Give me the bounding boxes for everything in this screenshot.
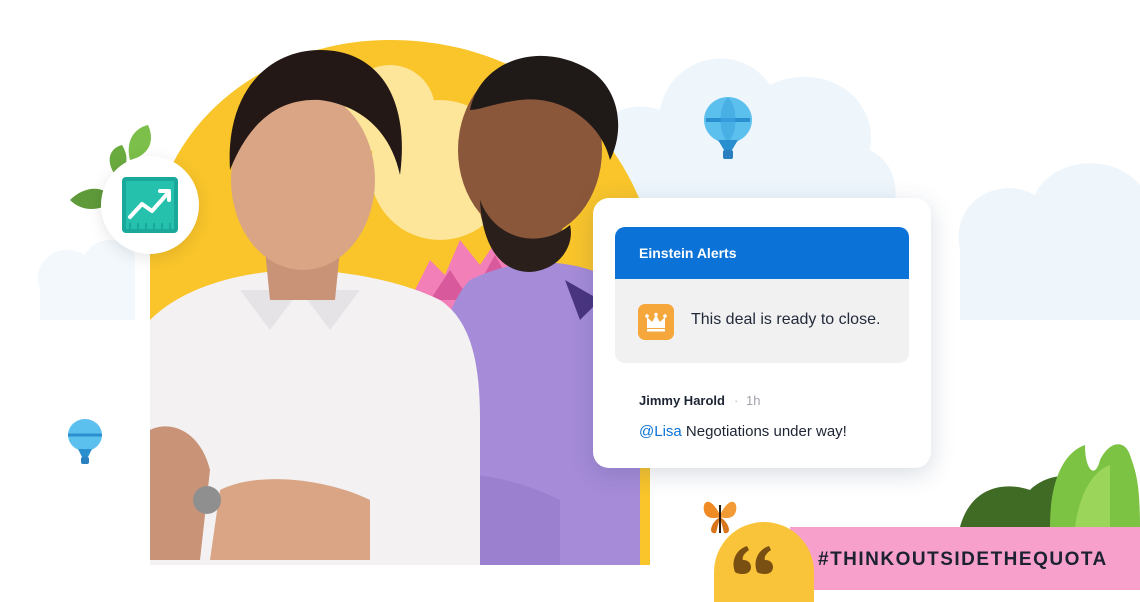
trending-up-chart-icon [101,156,199,254]
hot-air-balloon-icon [704,97,752,159]
comment-text: @Lisa Negotiations under way! [639,423,847,440]
alert-body: This deal is ready to close. [615,279,909,363]
alert-header: Einstein Alerts [615,227,909,279]
plants [960,444,1140,527]
einstein-alert-card: Einstein Alerts This deal is ready to cl… [593,198,931,468]
comment-body: Negotiations under way! [681,423,847,440]
hot-air-balloon-icon [68,419,102,464]
mention-link[interactable]: @Lisa [639,423,682,440]
hashtag-text[interactable]: #THINKOUTSIDETHEQUOTA [818,549,1108,571]
comment-timestamp: 1h [746,393,761,408]
hero-illustration [38,40,1140,565]
alert-message: This deal is ready to close. [691,311,881,328]
crown-icon [638,304,674,340]
alert-header-title: Einstein Alerts [639,245,737,261]
comment-separator: · [734,393,739,408]
comment-author[interactable]: Jimmy Harold [639,393,725,408]
